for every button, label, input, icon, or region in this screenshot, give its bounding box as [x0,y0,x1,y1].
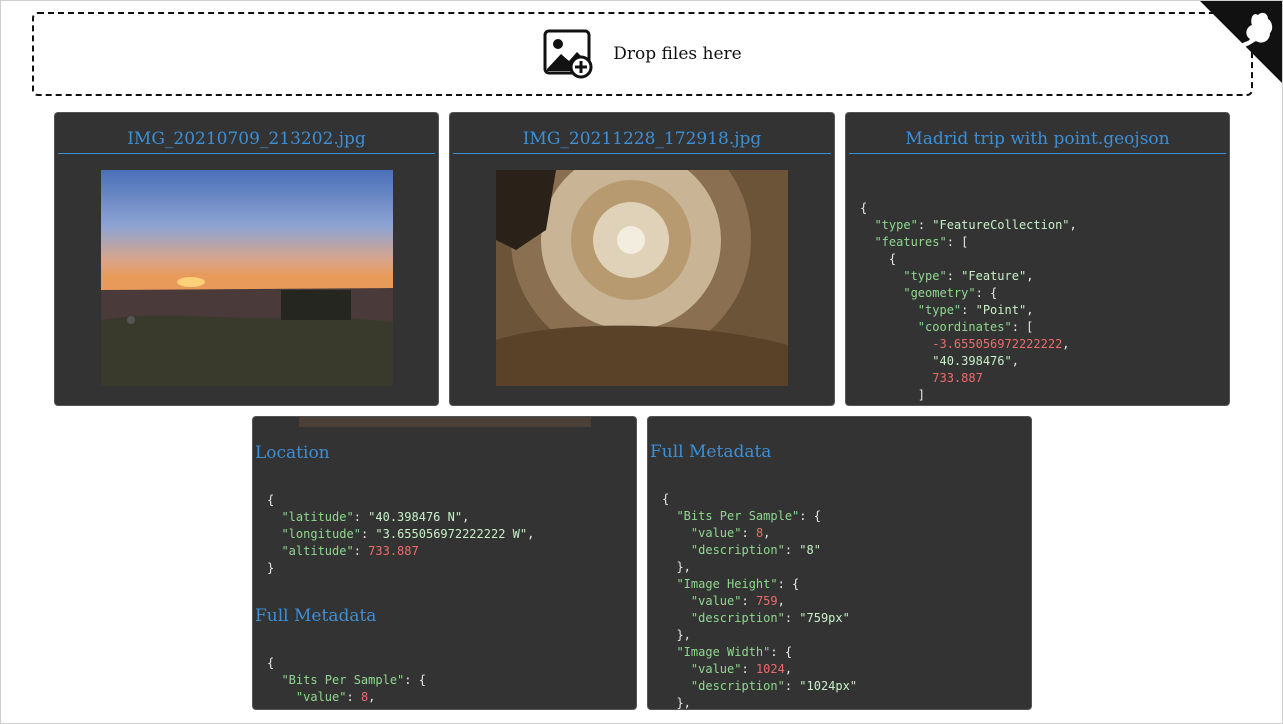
location-heading: Location [255,443,330,463]
image-add-icon [543,29,593,79]
metadata-json: { "Bits Per Sample": { "value": 8, "desc… [662,492,858,710]
church-dome-interior-photo [496,170,788,386]
full-metadata-heading: Full Metadata [255,606,377,626]
card-title: IMG_20211228_172918.jpg [453,113,831,154]
file-card-geojson: Madrid trip with point.geojson { "type":… [845,112,1230,406]
file-card-image-2: IMG_20211228_172918.jpg [449,112,835,406]
location-json: { "latitude": "40.398476 N", "longitude"… [267,493,535,575]
photo-strip [299,417,591,427]
drop-files-label: Drop files here [613,44,742,64]
file-drop-zone[interactable]: Drop files here [32,12,1253,96]
geojson-viewer: { "type": "FeatureCollection", "features… [860,201,1077,402]
metadata-card: Full Metadata { "Bits Per Sample": { "va… [647,416,1032,710]
card-title: Madrid trip with point.geojson [849,113,1226,154]
image-details-card: Location { "latitude": "40.398476 N", "l… [252,416,637,710]
full-metadata-heading: Full Metadata [650,442,772,462]
card-title: IMG_20210709_213202.jpg [58,113,435,154]
github-octocat-icon[interactable] [1200,1,1282,83]
metadata-json: { "Bits Per Sample": { "value": 8, [267,656,426,704]
sunset-over-park-photo [101,170,393,386]
file-card-image-1: IMG_20210709_213202.jpg [54,112,439,406]
